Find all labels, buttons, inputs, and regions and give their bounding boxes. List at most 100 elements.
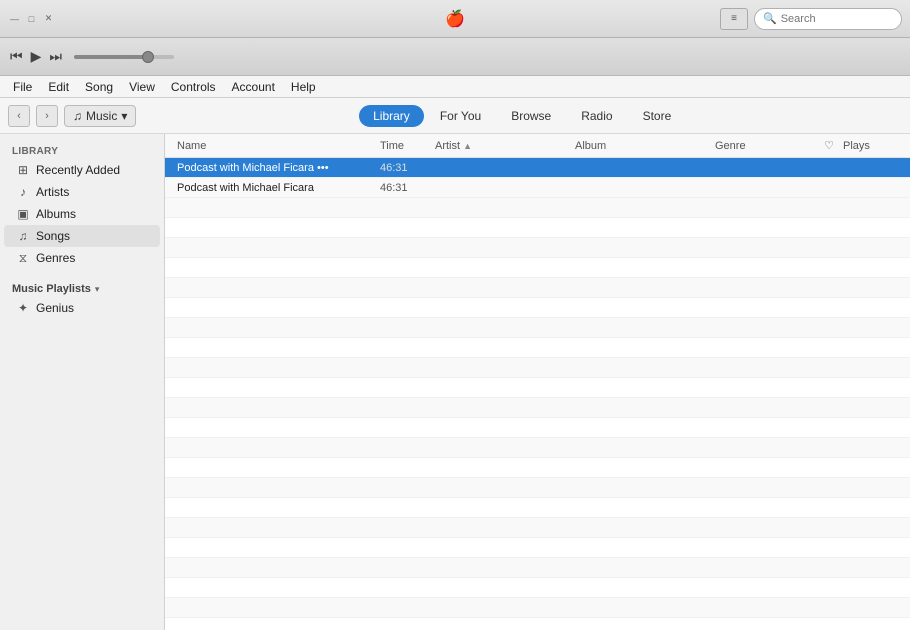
songs-icon: ♫ [16, 229, 30, 243]
col-header-time: Time [380, 140, 435, 152]
menu-bar: File Edit Song View Controls Account Hel… [0, 76, 910, 98]
artist-sort-icon: ▲ [463, 141, 472, 151]
empty-row [165, 378, 910, 398]
empty-row [165, 538, 910, 558]
search-input[interactable] [781, 13, 893, 25]
tab-radio[interactable]: Radio [567, 105, 626, 127]
empty-row [165, 438, 910, 458]
empty-row [165, 518, 910, 538]
col-header-genre: Genre [715, 140, 815, 152]
play-button[interactable]: ▶ [31, 48, 42, 65]
col-header-album: Album [575, 140, 715, 152]
minimize-button[interactable]: — [8, 12, 21, 25]
nav-back-arrow[interactable]: ‹ [8, 105, 30, 127]
empty-row [165, 278, 910, 298]
title-bar-center: 🍎 [445, 9, 465, 29]
genres-icon: ⧖ [16, 251, 30, 265]
table-row[interactable]: Podcast with Michael Ficara 46:31 [165, 178, 910, 198]
sidebar-item-recently-added[interactable]: ⊞ Recently Added [4, 159, 160, 181]
empty-row [165, 218, 910, 238]
nav-tabs: Library For You Browse Radio Store [142, 105, 902, 127]
col-header-plays: Plays [843, 140, 898, 152]
col-header-artist[interactable]: Artist ▲ [435, 140, 575, 152]
search-box[interactable]: 🔍 [754, 8, 902, 30]
playlists-section-row: Music Playlists ▾ [0, 277, 164, 297]
genius-icon: ✦ [16, 301, 30, 315]
empty-row [165, 318, 910, 338]
empty-row [165, 478, 910, 498]
search-icon: 🔍 [763, 12, 777, 25]
tab-for-you[interactable]: For You [426, 105, 495, 127]
transport-bar: ⏮ ▶ ⏭ [0, 38, 910, 76]
recently-added-label: Recently Added [36, 163, 120, 177]
sidebar-item-genres[interactable]: ⧖ Genres [4, 247, 160, 269]
progress-fill [74, 55, 144, 59]
playlists-chevron-icon: ▾ [95, 284, 100, 295]
sidebar-item-albums[interactable]: ▣ Albums [4, 203, 160, 225]
empty-row [165, 238, 910, 258]
window-controls: — □ ✕ [0, 12, 55, 25]
row-name: Podcast with Michael Ficara ••• [177, 162, 380, 174]
tab-library[interactable]: Library [359, 105, 424, 127]
menu-edit[interactable]: Edit [41, 78, 76, 96]
sidebar: Library ⊞ Recently Added ♪ Artists ▣ Alb… [0, 134, 165, 630]
genius-label: Genius [36, 301, 74, 315]
music-selector-chevron: ▾ [121, 109, 127, 123]
back-button[interactable]: ⏮ [10, 48, 23, 65]
sidebar-item-songs[interactable]: ♫ Songs [4, 225, 160, 247]
row-name: Podcast with Michael Ficara [177, 182, 380, 194]
title-bar-right: ≡ 🔍 [720, 8, 910, 30]
tab-store[interactable]: Store [629, 105, 686, 127]
artists-icon: ♪ [16, 185, 30, 199]
menu-controls[interactable]: Controls [164, 78, 223, 96]
empty-row [165, 198, 910, 218]
empty-row [165, 418, 910, 438]
empty-row [165, 618, 910, 630]
empty-row [165, 578, 910, 598]
table-row[interactable]: Podcast with Michael Ficara ••• 46:31 [165, 158, 910, 178]
playlists-section-title: Music Playlists [12, 283, 91, 295]
tab-browse[interactable]: Browse [497, 105, 565, 127]
menu-help[interactable]: Help [284, 78, 323, 96]
albums-label: Albums [36, 207, 76, 221]
empty-row [165, 558, 910, 578]
menu-icon-button[interactable]: ≡ [720, 8, 748, 30]
col-header-name: Name [177, 140, 380, 152]
empty-row [165, 338, 910, 358]
albums-icon: ▣ [16, 207, 30, 221]
menu-song[interactable]: Song [78, 78, 120, 96]
library-section-title: Library [0, 142, 164, 159]
sidebar-item-genius[interactable]: ✦ Genius [4, 297, 160, 319]
genres-label: Genres [36, 251, 75, 265]
empty-row [165, 498, 910, 518]
menu-view[interactable]: View [122, 78, 162, 96]
menu-file[interactable]: File [6, 78, 39, 96]
music-note-icon: ♫ [73, 109, 82, 123]
songs-label: Songs [36, 229, 70, 243]
empty-row [165, 258, 910, 278]
sidebar-item-artists[interactable]: ♪ Artists [4, 181, 160, 203]
music-selector[interactable]: ♫ Music ▾ [64, 105, 136, 127]
row-time: 46:31 [380, 182, 435, 194]
progress-bar[interactable] [74, 55, 174, 59]
title-bar: — □ ✕ 🍎 ≡ 🔍 [0, 0, 910, 38]
music-selector-label: Music [86, 109, 117, 123]
nav-bar: ‹ › ♫ Music ▾ Library For You Browse Rad… [0, 98, 910, 134]
row-time: 46:31 [380, 162, 435, 174]
empty-row [165, 598, 910, 618]
recently-added-icon: ⊞ [16, 163, 30, 177]
apple-logo-icon: 🍎 [445, 9, 465, 29]
empty-row [165, 358, 910, 378]
nav-forward-arrow[interactable]: › [36, 105, 58, 127]
table-body: Podcast with Michael Ficara ••• 46:31 Po… [165, 158, 910, 630]
empty-row [165, 458, 910, 478]
progress-thumb[interactable] [142, 51, 154, 63]
close-button[interactable]: ✕ [42, 12, 55, 25]
content-area: Name Time Artist ▲ Album Genre ♡ Plays P… [165, 134, 910, 630]
menu-account[interactable]: Account [225, 78, 282, 96]
table-header: Name Time Artist ▲ Album Genre ♡ Plays [165, 134, 910, 158]
main-layout: Library ⊞ Recently Added ♪ Artists ▣ Alb… [0, 134, 910, 630]
forward-button[interactable]: ⏭ [49, 48, 62, 65]
maximize-button[interactable]: □ [25, 12, 38, 25]
artists-label: Artists [36, 185, 69, 199]
